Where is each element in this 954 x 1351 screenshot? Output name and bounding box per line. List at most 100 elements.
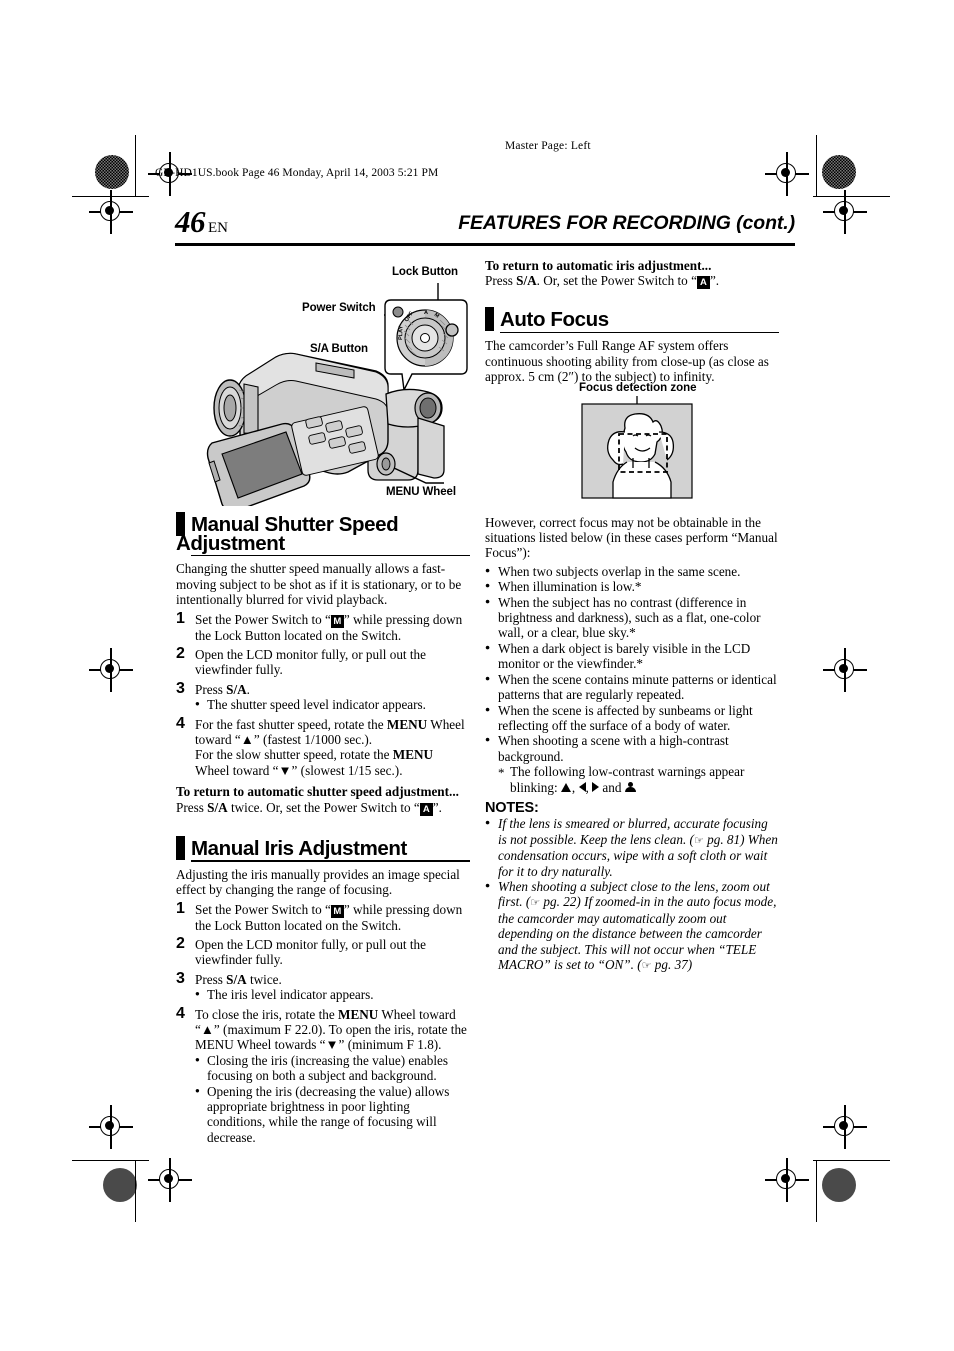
- autofocus-intro: The camcorder’s Full Range AF system off…: [485, 338, 769, 385]
- step-text-post-2: Wheel toward “▼” (slowest 1/15 sec.).: [195, 762, 403, 778]
- trim-line-right-vertical-bottom: [816, 1160, 818, 1222]
- trim-line-bottom: [72, 1160, 149, 1162]
- registration-cross-bottom-left: [148, 1158, 192, 1202]
- step-text-post: twice.: [246, 971, 282, 987]
- page-reference: ☞ pg. 81: [693, 831, 741, 847]
- callout-sa-button: S/A Button: [310, 343, 368, 355]
- registration-dot-bottom-right: [822, 1168, 856, 1202]
- trim-line-bottom-right: [813, 1160, 890, 1162]
- step-number: 3: [176, 679, 185, 697]
- trim-line-top-right: [813, 196, 890, 198]
- menu-wheel-ref: MENU: [386, 716, 428, 732]
- focus-detection-figure: Focus detection zone: [485, 382, 779, 504]
- heading-manual-iris: Manual Iris Adjustment: [176, 835, 470, 862]
- trim-line-right-vertical: [816, 135, 818, 197]
- step-number: 4: [176, 1004, 185, 1022]
- pointing-hand-icon: ☞: [693, 833, 704, 847]
- trim-line-left-vertical-bottom: [135, 1160, 137, 1222]
- camcorder-illustration: M A OFF PLAY: [206, 283, 468, 513]
- folio-language: EN: [208, 220, 228, 236]
- trim-line-top: [72, 196, 149, 198]
- heading-manual-shutter-speed: Manual Shutter Speed Adjustment: [176, 512, 470, 557]
- iris-step-4: 4 To close the iris, rotate the MENU Whee…: [176, 1004, 470, 1146]
- running-head: FEATURES FOR RECORDING (cont.): [458, 212, 795, 234]
- mode-a-icon: A: [696, 276, 710, 290]
- left-triangle-warning-icon: [578, 781, 586, 792]
- iris-step-1: 1 Set the Power Switch to “M” while press…: [176, 899, 470, 933]
- focus-zone-illustration: [581, 396, 693, 499]
- step-text-pre: For the fast shutter speed, rotate the: [195, 716, 387, 732]
- sa-button-ref: S/A: [207, 799, 228, 815]
- iris-step-4-note-2: Opening the iris (decreasing the value) …: [195, 1083, 470, 1146]
- shutter-intro: Changing the shutter speed manually allo…: [176, 561, 462, 608]
- autofocus-bullet-7: When shooting a scene with a high-contra…: [485, 732, 779, 764]
- header-rule: [175, 243, 795, 246]
- mode-m-icon: M: [330, 904, 344, 918]
- shutter-return-heading: To return to automatic shutter speed adj…: [176, 784, 459, 800]
- shutter-step-2: 2 Open the LCD monitor fully, or pull out…: [176, 645, 470, 678]
- pointing-hand-icon: ☞: [641, 959, 652, 972]
- iris-step-3-note: The iris level indicator appears.: [195, 986, 470, 1002]
- step-text-post: .: [246, 681, 250, 697]
- step-number: 2: [176, 934, 185, 952]
- step-text-pre: Set the Power Switch to “: [195, 611, 331, 627]
- manual-page: Master Page: Left GR-HD1US.book Page 46 …: [0, 0, 954, 1351]
- step-text-pre-2: For the slow shutter speed, rotate the: [195, 747, 393, 763]
- registration-cross-bottom-right: [765, 1158, 809, 1202]
- step-text: Open the LCD monitor fully, or pull out …: [195, 936, 426, 968]
- section-rule: [191, 860, 470, 862]
- step-number: 4: [176, 714, 185, 732]
- book-file-line: GR-HD1US.book Page 46 Monday, April 14, …: [155, 167, 439, 179]
- callout-lock-button: Lock Button: [392, 266, 458, 278]
- mode-a-icon: A: [419, 802, 433, 816]
- step-number: 1: [176, 609, 185, 627]
- autofocus-however: However, correct focus may not be obtain…: [485, 514, 778, 561]
- page-reference: ☞ pg. 22: [530, 894, 577, 910]
- step-text: Open the LCD monitor fully, or pull out …: [195, 647, 426, 678]
- registration-cross-left-middle: [89, 648, 133, 692]
- registration-cross-right-middle: [823, 648, 867, 692]
- shutter-step-4: 4 For the fast shutter speed, rotate the …: [176, 714, 470, 779]
- step-text-pre: Press: [195, 681, 227, 697]
- section-rule: [500, 332, 779, 334]
- step-number: 2: [176, 645, 185, 663]
- mountain-warning-icon: [560, 782, 572, 793]
- registration-dot-bottom-left: [103, 1168, 137, 1202]
- callout-menu-wheel: MENU Wheel: [386, 486, 456, 498]
- section-bar-icon: [176, 835, 185, 860]
- mode-m-icon: M: [330, 614, 344, 628]
- page-number: 46 EN: [175, 204, 228, 240]
- notes-heading: NOTES:: [485, 799, 539, 816]
- focus-zone-caption: Focus detection zone: [579, 382, 697, 394]
- autofocus-bullet-3: When the subject has no contrast (differ…: [485, 594, 779, 641]
- step-number: 1: [176, 899, 185, 917]
- trim-line-left-vertical: [135, 135, 137, 197]
- page-header: 46 EN FEATURES FOR RECORDING (cont.): [175, 204, 795, 242]
- iris-return-text: Press S/A. Or, set the Power Switch to “…: [485, 273, 720, 290]
- step-text-pre: To close the iris, rotate the: [195, 1006, 338, 1022]
- left-column: Manual Shutter Speed Adjustment Changing…: [176, 512, 470, 1145]
- person-warning-icon: [624, 781, 636, 793]
- right-column: To return to automatic iris adjustment..…: [485, 258, 779, 973]
- pointing-hand-icon: ☞: [530, 896, 541, 910]
- menu-wheel-ref: MENU: [338, 1006, 379, 1022]
- heading-auto-focus: Auto Focus: [485, 307, 779, 334]
- registration-cross-left-lower: [89, 1105, 133, 1149]
- autofocus-bullet-2: When illumination is low.*: [485, 578, 779, 594]
- menu-wheel-ref-2: MENU: [392, 747, 434, 763]
- iris-return-heading: To return to automatic iris adjustment..…: [485, 258, 712, 273]
- autofocus-bullet-5: When the scene contains minute patterns …: [485, 671, 779, 703]
- iris-step-4-note-1: Closing the iris (increasing the value) …: [195, 1052, 470, 1084]
- svg-text:A: A: [424, 310, 428, 316]
- autofocus-bullet-1: When two subjects overlap in the same sc…: [485, 563, 779, 579]
- step-text-pre: Press: [195, 971, 227, 987]
- iris-step-2: 2 Open the LCD monitor fully, or pull out…: [176, 934, 470, 968]
- registration-cross-right-lower: [823, 1105, 867, 1149]
- section-rule: [191, 555, 470, 557]
- step-text-pre: Set the Power Switch to “: [195, 901, 331, 917]
- autofocus-bullet-6: When the scene is affected by sunbeams o…: [485, 702, 779, 734]
- registration-cross-top-right: [765, 152, 809, 196]
- sa-button-ref: S/A: [516, 273, 537, 289]
- sa-button-ref: S/A: [226, 681, 247, 697]
- svg-text:PLAY: PLAY: [398, 325, 405, 340]
